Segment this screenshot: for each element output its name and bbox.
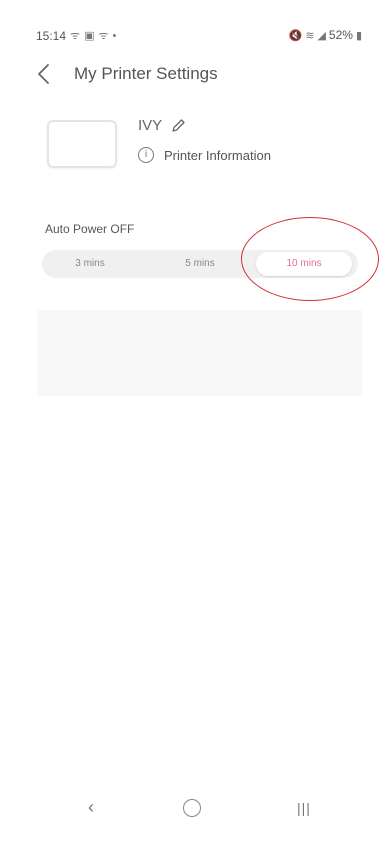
printer-name-row: IVY — [138, 117, 186, 134]
printer-thumbnail — [47, 120, 117, 168]
printer-information-label: Printer Information — [164, 147, 271, 163]
notification-icon: ᯤ — [98, 30, 109, 42]
settings-panel — [37, 310, 362, 396]
auto-power-off-label: Auto Power OFF — [45, 222, 135, 236]
auto-power-off-selector: 3 mins 5 mins 10 mins — [42, 250, 358, 278]
status-time: 15:14 — [36, 28, 67, 43]
option-3-mins[interactable]: 3 mins — [42, 250, 138, 278]
recent-apps-icon[interactable]: ||| — [297, 800, 311, 816]
option-5-mins[interactable]: 5 mins — [150, 250, 250, 278]
pencil-icon[interactable] — [170, 118, 186, 134]
status-right: 🔇 ≋ ◢ 52% ▮ — [289, 28, 362, 42]
notification-icon: ᯤ — [70, 30, 81, 42]
gallery-icon: ▣ — [84, 30, 95, 42]
option-10-mins[interactable]: 10 mins — [256, 252, 352, 276]
mute-icon: 🔇 — [288, 29, 303, 42]
printer-information-link[interactable]: i Printer Information — [138, 147, 271, 163]
page-title: My Printer Settings — [74, 64, 218, 83]
battery-percent: 52% — [328, 28, 353, 42]
status-left: 15:14 ᯤ ▣ ᯤ • — [36, 28, 116, 43]
home-icon[interactable] — [183, 799, 201, 817]
printer-name: IVY — [138, 117, 163, 134]
back-icon[interactable]: ‹ — [88, 797, 94, 818]
info-icon: i — [138, 147, 154, 163]
status-bar: 15:14 ᯤ ▣ ᯤ • 🔇 ≋ ◢ 52% ▮ — [0, 0, 384, 50]
wifi-icon: ≋ — [305, 29, 315, 42]
dot-icon: • — [112, 29, 117, 42]
battery-icon: ▮ — [355, 29, 362, 42]
signal-icon: ◢ — [317, 29, 326, 42]
system-nav-bar: ‹ ||| — [0, 775, 384, 848]
chevron-left-icon[interactable] — [34, 61, 54, 87]
app-header: My Printer Settings — [0, 55, 384, 93]
